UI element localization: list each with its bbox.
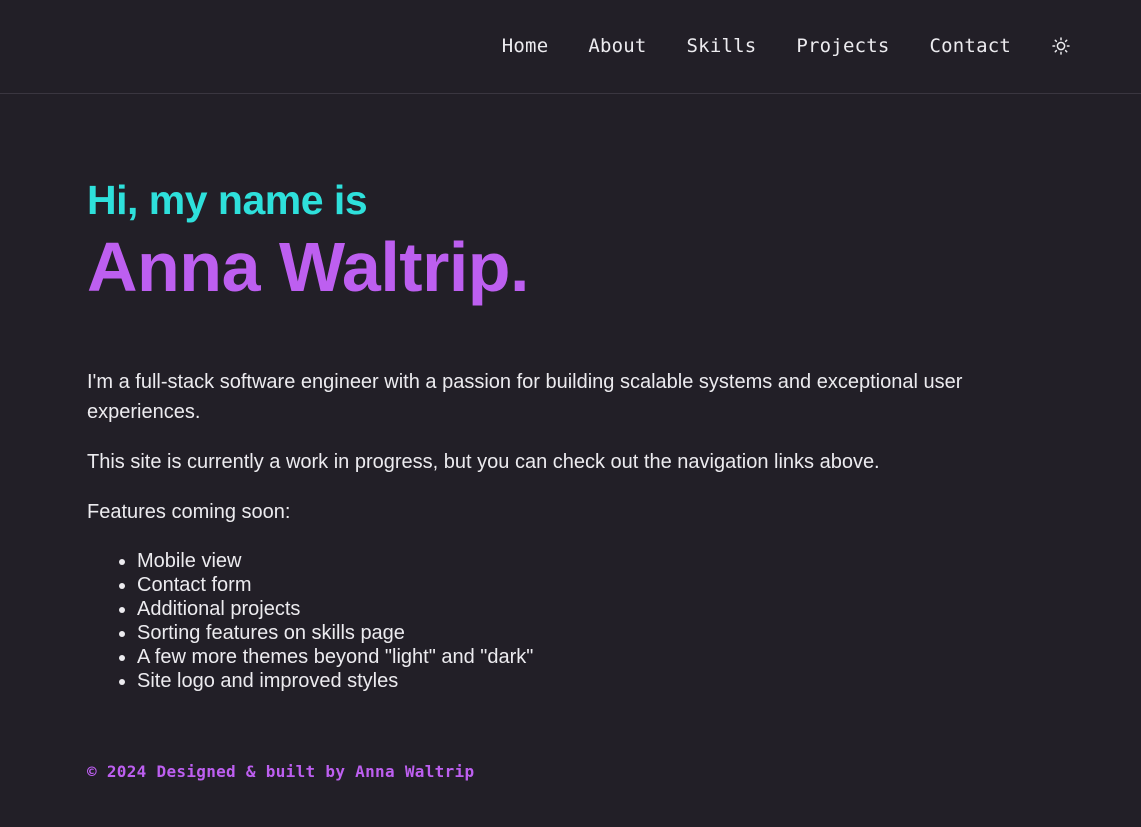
intro-paragraph: I'm a full-stack software engineer with … — [87, 371, 963, 423]
nav-link-home[interactable]: Home — [502, 35, 549, 57]
list-item: Additional projects — [137, 597, 1047, 621]
footer-text: © 2024 Designed & built by Anna Waltrip — [87, 762, 475, 781]
features-heading: Features coming soon: — [87, 501, 291, 523]
list-item: Mobile view — [137, 549, 1047, 573]
theme-toggle-button[interactable] — [1051, 36, 1071, 56]
intro-section: I'm a full-stack software engineer with … — [87, 367, 1047, 693]
nav-link-about[interactable]: About — [588, 35, 646, 57]
list-item: Sorting features on skills page — [137, 621, 1047, 645]
site-header: Home About Skills Projects Contact — [0, 0, 1141, 94]
list-item: A few more themes beyond "light" and "da… — [137, 645, 1047, 669]
nav-link-contact[interactable]: Contact — [930, 35, 1011, 57]
status-paragraph: This site is currently a work in progres… — [87, 451, 880, 473]
nav-link-projects[interactable]: Projects — [796, 35, 889, 57]
list-item: Site logo and improved styles — [137, 669, 1047, 693]
sun-icon — [1052, 37, 1070, 55]
hero-greeting: Hi, my name is — [87, 177, 368, 223]
main-content: Hi, my name is Anna Waltrip. I'm a full-… — [87, 175, 1047, 693]
nav-link-skills[interactable]: Skills — [687, 35, 757, 57]
main-nav: Home About Skills Projects Contact — [502, 35, 1071, 57]
site-footer: © 2024 Designed & built by Anna Waltrip — [87, 762, 474, 781]
hero-name: Anna Waltrip. — [87, 228, 530, 306]
features-list: Mobile view Contact form Additional proj… — [87, 549, 1047, 693]
list-item: Contact form — [137, 573, 1047, 597]
